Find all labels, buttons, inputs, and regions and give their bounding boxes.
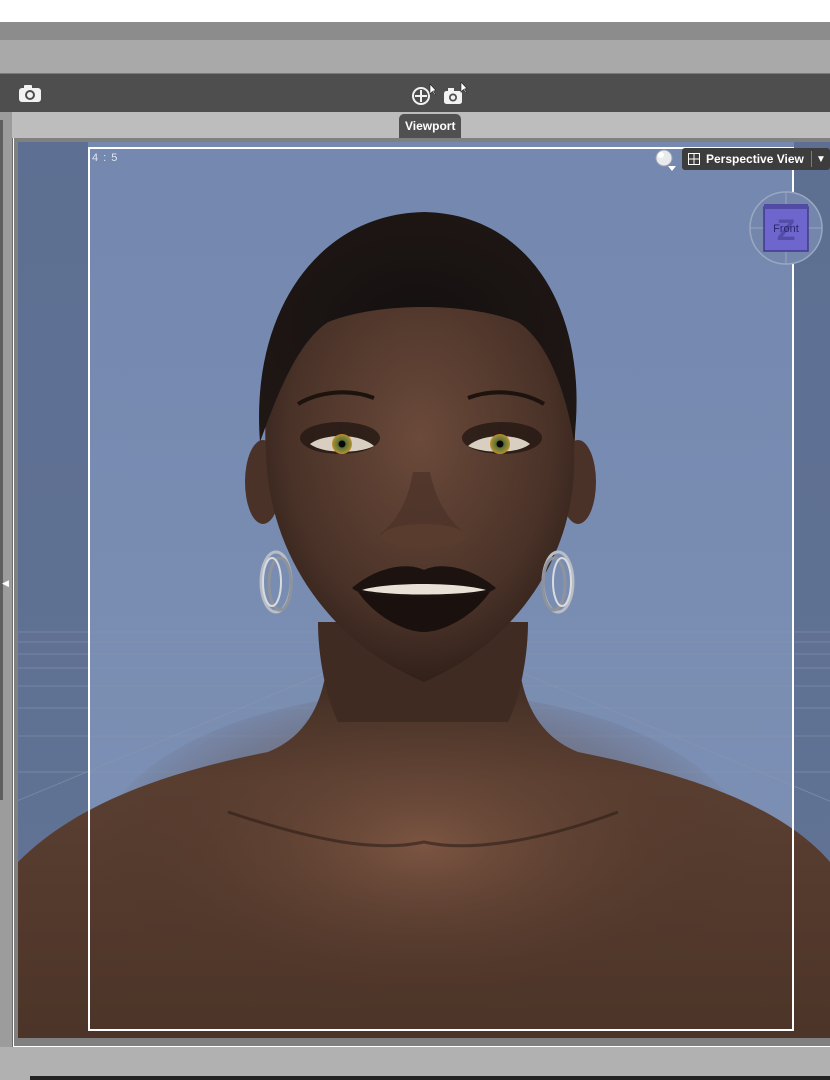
collapse-arrow-icon[interactable]: ◀ xyxy=(2,578,9,589)
left-panel-edge: ◀ xyxy=(0,112,13,1047)
scene-render xyxy=(18,142,830,1038)
view-cube[interactable]: Z Front xyxy=(748,190,824,266)
layout-icon xyxy=(688,153,700,165)
menu-bar xyxy=(0,22,830,40)
aspect-ratio-label: 4 : 5 xyxy=(92,152,119,164)
viewport-toolbar xyxy=(0,74,830,112)
tab-viewport[interactable]: Viewport xyxy=(399,114,462,138)
bottom-edge xyxy=(30,1076,830,1080)
camera-icon[interactable] xyxy=(17,80,43,106)
chevron-down-icon[interactable]: ▼ xyxy=(812,154,830,165)
view-selector[interactable]: Perspective View ▼ xyxy=(682,148,830,170)
secondary-toolbar xyxy=(0,40,830,74)
title-area xyxy=(0,0,830,22)
viewport-canvas[interactable]: 4 : 5 Perspective View ▼ Z Front xyxy=(18,142,830,1038)
view-selector-label: Perspective View xyxy=(706,152,804,166)
draw-style-icon[interactable] xyxy=(654,148,678,172)
cube-face-label: Front xyxy=(773,223,799,235)
camera-select-icon[interactable] xyxy=(442,82,468,108)
orbit-camera-icon[interactable] xyxy=(410,82,436,108)
